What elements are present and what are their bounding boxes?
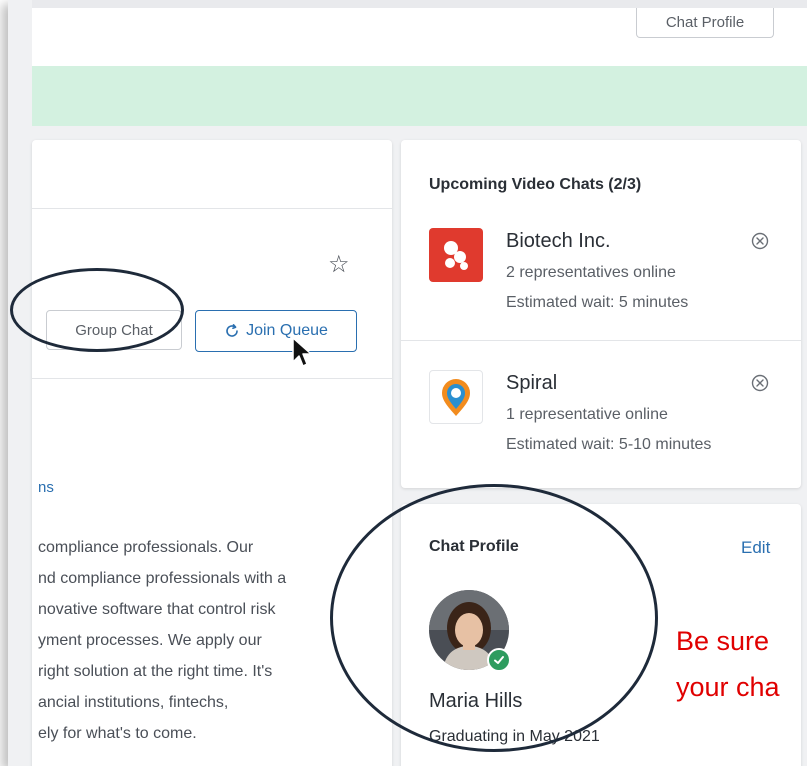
divider [32,208,392,209]
spiral-logo-icon [429,370,483,424]
status-banner [32,66,807,126]
description-line: right solution at the right time. It's [38,663,273,680]
join-queue-button[interactable]: Join Queue [195,310,357,352]
estimated-wait: Estimated wait: 5 minutes [506,294,689,311]
description-line: compliance professionals. Our [38,539,254,556]
join-queue-label: Join Queue [246,322,328,339]
description-line: novative software that control risk [38,601,276,618]
booth-description: compliance professionals. Our nd complia… [38,532,378,749]
refresh-icon [224,323,240,339]
booth-card: ☆ Group Chat Join Queue ns compliance pr… [32,140,392,766]
description-line: ancial institutions, fintechs, [38,694,229,711]
chat-item-spiral[interactable]: Spiral 1 representative online Estimated… [401,366,801,476]
divider [32,378,392,379]
chat-item-biotech[interactable]: Biotech Inc. 2 representatives online Es… [401,224,801,334]
upcoming-chats-title: Upcoming Video Chats (2/3) [429,176,642,193]
description-line: ely for what's to come. [38,725,197,742]
mouse-cursor-icon [292,337,312,367]
annotation-text: your cha [676,672,780,702]
edit-profile-link[interactable]: Edit [741,538,770,558]
description-line: yment processes. We apply our [38,632,262,649]
top-bar: Chat Profile [32,0,807,66]
booth-link[interactable]: ns [38,479,54,496]
remove-circle-icon[interactable] [751,374,769,392]
upcoming-chats-card: Upcoming Video Chats (2/3) Biotech Inc. … [401,140,801,488]
annotation-ellipse [10,268,184,352]
divider [401,340,801,341]
annotation-ellipse [330,484,658,752]
representatives-online: 2 representatives online [506,264,676,281]
estimated-wait: Estimated wait: 5-10 minutes [506,436,712,453]
representatives-online: 1 representative online [506,406,668,423]
description-line: nd compliance professionals with a [38,570,287,587]
biotech-logo-icon [429,228,483,282]
annotation-text: Be sure [676,626,770,656]
company-name: Spiral [506,372,558,394]
chat-profile-button[interactable]: Chat Profile [636,8,774,38]
company-name: Biotech Inc. [506,230,611,252]
star-icon[interactable]: ☆ [328,250,350,279]
remove-circle-icon[interactable] [751,232,769,250]
